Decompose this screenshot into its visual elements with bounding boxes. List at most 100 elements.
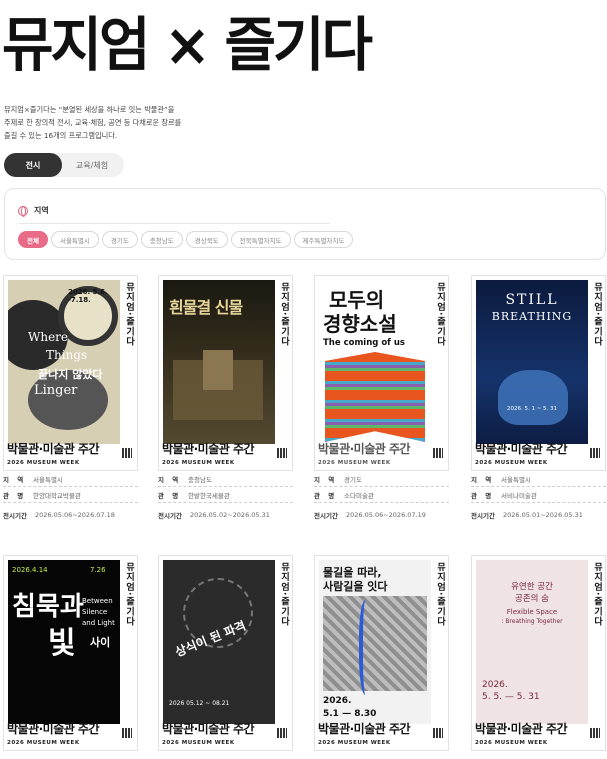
exhibition-card[interactable]: 물길을 따라, 사람길을 잇다 2026. 5.1 — 8.30 뮤지엄·즐기다… — [314, 555, 449, 751]
poster-text: 2026 05.12 ~ 08.21 — [169, 700, 230, 707]
region-label: 지 역 — [314, 475, 338, 484]
period-label: 전시기간 — [3, 512, 27, 520]
poster-text: 경향소설 — [323, 312, 397, 336]
venue-label: 관 명 — [3, 491, 27, 500]
poster-text: Between Silence and Light — [82, 597, 115, 627]
venue-label: 관 명 — [314, 491, 338, 500]
poster-image[interactable]: 2026. 5.6. -7.18. Where Things Linger 끝나… — [3, 275, 138, 471]
poster-text: Flexible Space — [506, 608, 558, 616]
exhibition-card[interactable]: 2026. 5.6. -7.18. Where Things Linger 끝나… — [3, 275, 138, 523]
card-info: 지 역 경기도 관 명 소다미술관 전시기간 2026.05.06~2026.07.1… — [314, 471, 449, 523]
poster-text: 공존의 숨 — [515, 594, 549, 604]
exhibition-card[interactable]: STILL BREATHING 2026. 5. 1 ~ 5. 31 뮤지엄·즐… — [471, 275, 606, 523]
page-title: 뮤지엄 × 즐기다 — [2, 11, 373, 80]
poster-bottom-title: 박물관·미술관 주간 — [475, 722, 568, 736]
chip-gyeonggi[interactable]: 경기도 — [101, 231, 138, 248]
intro-line: 즐길 수 있는 16개의 프로그램입니다. — [4, 131, 118, 140]
region-value: 서울특별시 — [33, 475, 63, 484]
poster-text: 2026.4.14 — [12, 566, 48, 574]
chip-jeju[interactable]: 제주특별자치도 — [293, 231, 354, 248]
filter-label: 지역 — [34, 206, 49, 215]
region-value: 경기도 — [344, 475, 362, 484]
poster-image[interactable]: 흰물결 신물 뮤지엄·즐기다 박물관·미술관 주간 2026 MUSEUM WE… — [158, 275, 293, 471]
exhibition-card[interactable]: 2026.4.14 7.26 침묵과 빛 Between Silence and… — [3, 555, 138, 751]
poster-text: 2026. — [482, 680, 508, 690]
poster-bottom-sub: 2026 MUSEUM WEEK — [475, 740, 548, 746]
exhibition-card[interactable]: 유연한 공간 공존의 숨 Flexible Space : Breathing … — [471, 555, 606, 751]
region-label: 지 역 — [158, 475, 182, 484]
exhibition-card[interactable]: 흰물결 신물 뮤지엄·즐기다 박물관·미술관 주간 2026 MUSEUM WE… — [158, 275, 293, 523]
poster-artwork: 모두의 경향소설 The coming of us — [319, 280, 431, 444]
period-value: 2026.05.01~2026.05.31 — [503, 511, 583, 519]
poster-image[interactable]: 모두의 경향소설 The coming of us 뮤지엄·즐기다 박물관·미술… — [314, 275, 449, 471]
poster-bottom-title: 박물관·미술관 주간 — [7, 722, 100, 736]
poster-bottom-sub: 2026 MUSEUM WEEK — [318, 740, 391, 746]
poster-text: 유연한 공간 — [511, 582, 553, 592]
poster-text: 사이 — [90, 636, 111, 649]
chip-all[interactable]: 전체 — [18, 231, 48, 248]
period-label: 전시기간 — [158, 512, 182, 520]
exhibition-card[interactable]: 상식이 된 파격 2026 05.12 ~ 08.21 뮤지엄·즐기다 박물관·… — [158, 555, 293, 751]
poster-artwork: 2026. 5.6. -7.18. Where Things Linger 끝나… — [8, 280, 120, 444]
poster-side-text: 뮤지엄·즐기다 — [435, 562, 445, 627]
period-value: 2026.05.06~2026.07.18 — [35, 511, 115, 519]
poster-text: 빛 — [48, 626, 76, 661]
poster-text: BREATHING — [491, 310, 573, 323]
exhibition-card[interactable]: 모두의 경향소설 The coming of us 뮤지엄·즐기다 박물관·미술… — [314, 275, 449, 523]
qr-code-icon — [433, 728, 443, 738]
region-chips: 전체 서울특별시 경기도 충청남도 경상북도 전북특별자치도 제주특별자치도 — [18, 231, 354, 248]
region-filter: 지역 전체 서울특별시 경기도 충청남도 경상북도 전북특별자치도 제주특별자치… — [4, 188, 606, 260]
poster-side-text: 뮤지엄·즐기다 — [124, 282, 134, 347]
poster-image[interactable]: 2026.4.14 7.26 침묵과 빛 Between Silence and… — [3, 555, 138, 751]
poster-image[interactable]: 유연한 공간 공존의 숨 Flexible Space : Breathing … — [471, 555, 606, 751]
intro-line: 주제로 한 창의적 전시, 교육·체험, 공연 등 다채로운 장르를 — [4, 118, 182, 127]
period-value: 2026.05.06~2026.07.19 — [346, 511, 426, 519]
poster-bottom-sub: 2026 MUSEUM WEEK — [162, 740, 235, 746]
poster-image[interactable]: STILL BREATHING 2026. 5. 1 ~ 5. 31 뮤지엄·즐… — [471, 275, 606, 471]
qr-code-icon — [590, 448, 600, 458]
poster-side-text: 뮤지엄·즐기다 — [279, 282, 289, 347]
poster-text: 2026. 5.6. -7.18. — [68, 288, 108, 304]
poster-text: 사람길을 잇다 — [323, 580, 388, 593]
intro-line: 뮤지엄×즐기다는 “분열된 세상을 하나로 잇는 박물관”을 — [4, 105, 175, 114]
poster-bottom-title: 박물관·미술관 주간 — [318, 722, 411, 736]
card-info: 지 역 서울특별시 관 명 서비나미술관 전시기간 2026.05.01~2026.0… — [471, 471, 606, 523]
poster-artwork: 상식이 된 파격 2026 05.12 ~ 08.21 — [163, 560, 275, 724]
poster-bottom-title: 박물관·미술관 주간 — [162, 722, 255, 736]
poster-bottom-sub: 2026 MUSEUM WEEK — [475, 460, 548, 466]
poster-bottom-title: 박물관·미술관 주간 — [162, 442, 255, 456]
region-value: 서울특별시 — [501, 475, 531, 484]
venue-value: 한밭한국세물관 — [188, 491, 230, 500]
poster-text: : Breathing Together — [501, 618, 563, 625]
poster-text: 5. 5. — 5. 31 — [482, 692, 540, 702]
chip-seoul[interactable]: 서울특별시 — [50, 231, 99, 248]
card-info: 지 역 충청남도 관 명 한밭한국세물관 전시기간 2026.05.02~2026.0… — [158, 471, 293, 523]
poster-text: 2026. — [323, 696, 352, 706]
poster-bottom-sub: 2026 MUSEUM WEEK — [162, 460, 235, 466]
poster-artwork: 물길을 따라, 사람길을 잇다 2026. 5.1 — 8.30 — [319, 560, 431, 724]
period-label: 전시기간 — [314, 512, 338, 520]
venue-value: 한양대학교박물관 — [33, 491, 81, 500]
poster-bottom-title: 박물관·미술관 주간 — [318, 442, 411, 456]
tab-exhibition[interactable]: 전시 — [4, 153, 62, 177]
poster-side-text: 뮤지엄·즐기다 — [592, 282, 602, 347]
chip-jeonbuk[interactable]: 전북특별자치도 — [230, 231, 291, 248]
poster-image[interactable]: 상식이 된 파격 2026 05.12 ~ 08.21 뮤지엄·즐기다 박물관·… — [158, 555, 293, 751]
poster-artwork: 흰물결 신물 — [163, 280, 275, 444]
poster-text: 2026. 5. 1 ~ 5. 31 — [506, 406, 558, 412]
card-info: 지 역 서울특별시 관 명 한양대학교박물관 전시기간 2026.05.06~2026… — [3, 471, 138, 523]
poster-text: 흰물결 신물 — [169, 298, 243, 317]
poster-artwork: 유연한 공간 공존의 숨 Flexible Space : Breathing … — [476, 560, 588, 724]
poster-text: 5.1 — 8.30 — [323, 709, 377, 719]
period-label: 전시기간 — [471, 512, 495, 520]
poster-side-text: 뮤지엄·즐기다 — [592, 562, 602, 627]
qr-code-icon — [590, 728, 600, 738]
poster-image[interactable]: 물길을 따라, 사람길을 잇다 2026. 5.1 — 8.30 뮤지엄·즐기다… — [314, 555, 449, 751]
tab-education[interactable]: 교육/체험 — [62, 153, 122, 177]
poster-side-text: 뮤지엄·즐기다 — [435, 282, 445, 347]
poster-text: The coming of us — [323, 338, 405, 348]
chip-chungnam[interactable]: 충청남도 — [140, 231, 183, 248]
venue-label: 관 명 — [471, 491, 495, 500]
poster-bottom-sub: 2026 MUSEUM WEEK — [7, 740, 80, 746]
chip-gyeongbuk[interactable]: 경상북도 — [185, 231, 228, 248]
